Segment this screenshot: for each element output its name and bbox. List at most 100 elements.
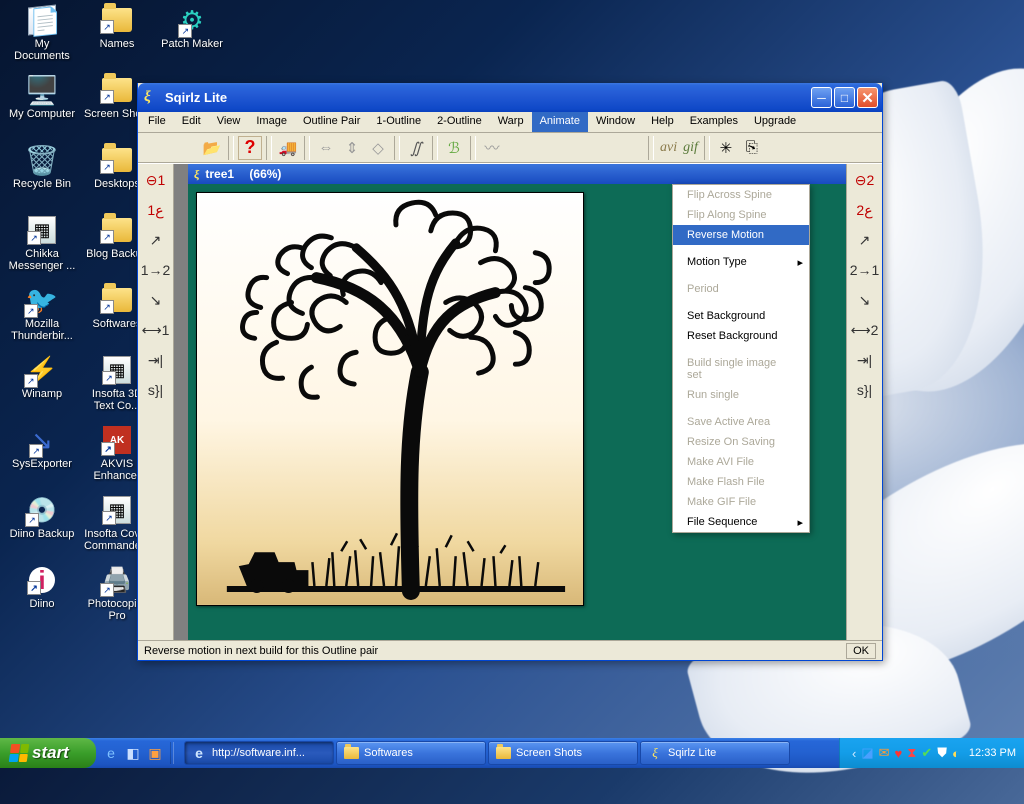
truck-icon[interactable]: 🚚 <box>276 136 300 160</box>
menu-edit[interactable]: Edit <box>174 112 209 132</box>
menu-window[interactable]: Window <box>588 112 643 132</box>
menu-item-reverse-motion[interactable]: Reverse Motion <box>673 225 809 245</box>
menu-item-set-background[interactable]: Set Background <box>673 306 809 326</box>
side-tool[interactable]: ع2 <box>850 198 880 222</box>
desktop-icon[interactable]: 🐦Mozilla Thunderbir... <box>6 284 78 344</box>
canvas-area[interactable]: ξ tree1 (66%) <box>174 164 846 640</box>
side-tool[interactable]: ↗ <box>141 228 171 252</box>
wheel-icon[interactable]: ✳ <box>714 136 738 160</box>
desktop-icon[interactable]: ▦Chikka Messenger ... <box>6 214 78 274</box>
menu-2-outline[interactable]: 2-Outline <box>429 112 490 132</box>
flip-h-icon[interactable]: ⇔ <box>314 136 338 160</box>
image-canvas[interactable]: grass <box>196 192 584 606</box>
side-tool[interactable]: ⇥| <box>141 348 171 372</box>
document-titlebar[interactable]: ξ tree1 (66%) <box>188 164 846 184</box>
menu-item-make-avi-file: Make AVI File <box>673 452 809 472</box>
icon: ▦ <box>101 494 133 526</box>
menu-examples[interactable]: Examples <box>682 112 746 132</box>
start-button[interactable]: start <box>0 738 96 768</box>
tray-icon-6[interactable]: ⛊ <box>937 745 947 761</box>
task-button[interactable]: Softwares <box>336 741 486 765</box>
side-tool[interactable]: ⊖1 <box>141 168 171 192</box>
menu-warp[interactable]: Warp <box>490 112 532 132</box>
menu-upgrade[interactable]: Upgrade <box>746 112 804 132</box>
desktop-icon[interactable]: 📄My Documents <box>6 4 78 64</box>
wave-icon[interactable]: 〰 <box>480 136 504 160</box>
close-button[interactable]: ✕ <box>857 87 878 108</box>
statusbar: Reverse motion in next build for this Ou… <box>138 640 882 660</box>
tree-image: grass <box>197 193 583 605</box>
help-icon[interactable]: ? <box>238 136 262 160</box>
menu-item-motion-type[interactable]: Motion Type▸ <box>673 252 809 272</box>
menu-item-flip-across-spine: Flip Across Spine <box>673 185 809 205</box>
desktop-icon[interactable]: Names <box>81 4 153 64</box>
ie-icon[interactable]: e <box>102 743 120 763</box>
flip-v-icon[interactable]: ⇕ <box>340 136 364 160</box>
mirror-icon[interactable]: ◇ <box>366 136 390 160</box>
side-tool[interactable]: ↗ <box>850 228 880 252</box>
icon: i <box>26 564 58 596</box>
menu-outline-pair[interactable]: Outline Pair <box>295 112 368 132</box>
left-toolbar: ⊖1 ع1 ↗ 1→2 ↘ ⟷1 ⇥| s}| <box>138 164 174 640</box>
show-desktop-icon[interactable]: ◧ <box>124 743 142 763</box>
menu-view[interactable]: View <box>209 112 249 132</box>
menu-separator <box>675 302 807 303</box>
menu-item-file-sequence[interactable]: File Sequence▸ <box>673 512 809 532</box>
side-tool[interactable]: 2→1 <box>850 258 880 282</box>
tray-icon-4[interactable]: ⧗ <box>907 745 916 761</box>
media-player-icon[interactable]: ▣ <box>146 743 164 763</box>
icon-label: Desktops <box>94 178 140 190</box>
icon-label: Winamp <box>22 388 62 400</box>
side-tool[interactable]: ↘ <box>850 288 880 312</box>
menubar: FileEditViewImageOutline Pair1-Outline2-… <box>138 112 882 133</box>
side-tool[interactable]: s}| <box>141 378 171 402</box>
desktop-icon[interactable]: 🗑️Recycle Bin <box>6 144 78 204</box>
menu-animate[interactable]: Animate <box>532 112 588 132</box>
menu-item-reset-background[interactable]: Reset Background <box>673 326 809 346</box>
spine-icon[interactable]: ∬ <box>404 136 428 160</box>
export-icon[interactable]: ⎘ <box>740 136 764 160</box>
desktop-icon[interactable]: iDiino <box>6 564 78 624</box>
desktop-icon[interactable]: 💿Diino Backup <box>6 494 78 554</box>
menu-help[interactable]: Help <box>643 112 682 132</box>
menu-file[interactable]: File <box>140 112 174 132</box>
titlebar[interactable]: ξ Sqirlz Lite ─ □ ✕ <box>138 83 882 112</box>
side-tool[interactable]: ⇥| <box>850 348 880 372</box>
icon: ⚡ <box>26 354 58 386</box>
desktop-icon[interactable]: 🖥️My Computer <box>6 74 78 134</box>
task-button[interactable]: ξSqirlz Lite <box>640 741 790 765</box>
minimize-button[interactable]: ─ <box>811 87 832 108</box>
side-tool[interactable]: 1→2 <box>141 258 171 282</box>
maximize-button[interactable]: □ <box>834 87 855 108</box>
tray-icon-2[interactable]: ✉ <box>879 745 890 761</box>
animate-menu-dropdown: Flip Across SpineFlip Along SpineReverse… <box>672 184 810 533</box>
icon <box>101 214 133 246</box>
clock[interactable]: 12:33 PM <box>969 747 1016 759</box>
tray-hide-icon[interactable]: ‹ <box>852 746 856 761</box>
menu-1-outline[interactable]: 1-Outline <box>368 112 429 132</box>
avi-button[interactable]: avi <box>658 140 679 156</box>
icon <box>101 144 133 176</box>
side-tool[interactable]: ↘ <box>141 288 171 312</box>
menu-image[interactable]: Image <box>248 112 295 132</box>
tray-icon-5[interactable]: ✔ <box>921 745 932 761</box>
open-icon[interactable]: 📂 <box>200 136 224 160</box>
side-tool[interactable]: ⟷1 <box>141 318 171 342</box>
tray-icon-3[interactable]: ♥ <box>895 746 903 761</box>
desktop-icon[interactable]: ⚡ Winamp <box>6 354 78 414</box>
task-button[interactable]: Screen Shots <box>488 741 638 765</box>
side-tool[interactable]: ⟷2 <box>850 318 880 342</box>
tray-icon-7[interactable]: ◐ <box>952 746 960 761</box>
desktop-icon[interactable]: ↘SysExporter <box>6 424 78 484</box>
side-tool[interactable]: ع1 <box>141 198 171 222</box>
system-tray[interactable]: ‹ ◪ ✉ ♥ ⧗ ✔ ⛊ ◐ 12:33 PM <box>839 738 1024 768</box>
side-tool[interactable]: ⊖2 <box>850 168 880 192</box>
gif-button[interactable]: gif <box>681 140 700 156</box>
side-tool[interactable]: s}| <box>850 378 880 402</box>
desktop-icon[interactable]: ⚙Patch Maker <box>156 4 228 64</box>
task-button[interactable]: ehttp://software.inf... <box>184 741 334 765</box>
brush-icon[interactable]: ℬ <box>442 136 466 160</box>
icon-label: Chikka Messenger ... <box>7 248 77 272</box>
tray-icon-1[interactable]: ◪ <box>861 745 873 761</box>
menu-item-make-gif-file: Make GIF File <box>673 492 809 512</box>
